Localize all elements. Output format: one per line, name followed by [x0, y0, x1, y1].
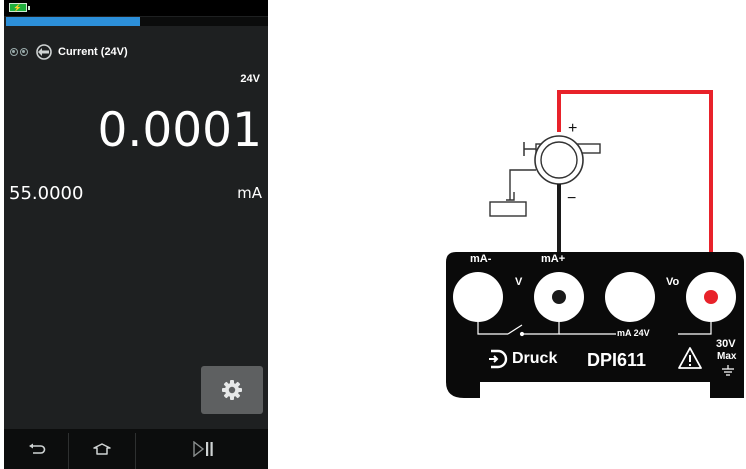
terminal-label-v: V — [515, 276, 523, 288]
terminal-ma-minus — [453, 272, 503, 322]
back-arrow-icon — [29, 443, 46, 454]
range-label: 24V — [240, 73, 260, 85]
instrument-panel — [446, 252, 744, 398]
device-plus-sign: + — [568, 120, 578, 137]
secondary-reading: 55.0000 — [9, 183, 84, 204]
druck-logo-icon — [489, 349, 508, 369]
plug-black — [552, 290, 566, 304]
progress-bar-fill — [6, 17, 140, 26]
warning-icon — [678, 347, 702, 369]
rating-max: Max — [717, 351, 737, 362]
device-screen: ⚡ Current (24V) 24V 0.0001 55.0000 mA — [4, 0, 268, 469]
function-label: Current (24V) — [58, 46, 128, 58]
nav-divider — [135, 433, 136, 469]
device-minus-sign: − — [567, 190, 577, 207]
ground-icon — [722, 365, 734, 376]
progress-bar — [6, 17, 268, 26]
channel-indicator-icon — [10, 48, 18, 56]
battery-icon: ⚡ — [9, 3, 30, 12]
secondary-unit: mA — [237, 184, 262, 202]
home-button[interactable] — [74, 429, 130, 469]
status-bar: ⚡ — [4, 0, 268, 16]
home-icon — [93, 443, 111, 455]
channel-indicator-icon — [20, 48, 28, 56]
loop-device-icon — [489, 135, 601, 217]
terminal-label-vo: Vo — [666, 276, 680, 288]
gear-icon — [222, 380, 242, 400]
back-button[interactable] — [12, 429, 62, 469]
terminal-label-ma-minus: mA- — [470, 253, 492, 265]
wiring-diagram: mA- mA+ V Vo mA 24V + − Druck DPI611 30V… — [440, 82, 746, 400]
play-pause-button[interactable] — [138, 429, 268, 469]
nav-bar — [4, 429, 268, 469]
current-source-icon — [36, 44, 52, 60]
plug-red — [704, 290, 718, 304]
bus-label: mA 24V — [617, 328, 650, 338]
model-label: DPI611 — [587, 350, 647, 370]
rating-voltage: 30V — [716, 338, 736, 350]
terminal-v — [605, 272, 655, 322]
main-reading: 0.0001 — [97, 103, 262, 158]
function-row[interactable]: Current (24V) — [10, 42, 128, 62]
terminal-label-ma-plus: mA+ — [541, 253, 566, 265]
settings-button[interactable] — [201, 366, 263, 414]
play-pause-icon — [193, 441, 213, 457]
brand-label: Druck — [512, 350, 558, 367]
nav-divider — [68, 433, 69, 469]
